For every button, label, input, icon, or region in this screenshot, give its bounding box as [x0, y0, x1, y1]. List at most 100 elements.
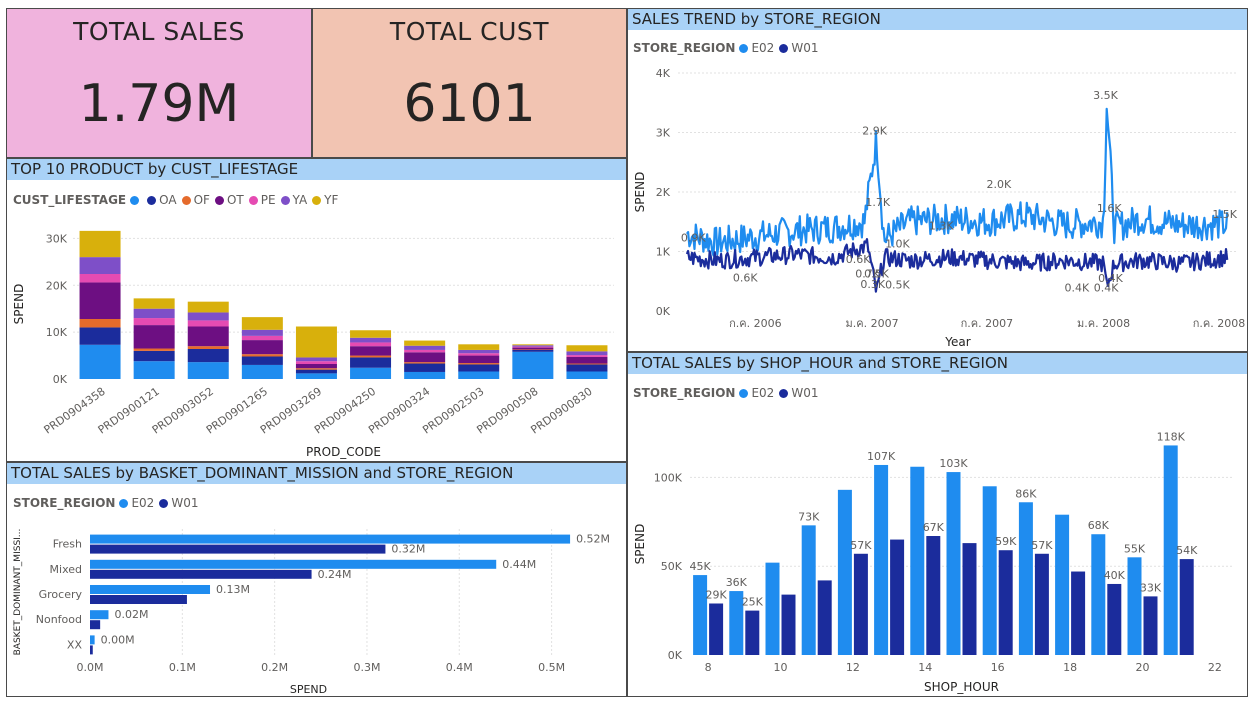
mission-bar-E02 — [90, 559, 497, 569]
hour-bar-W01 — [998, 550, 1013, 655]
top10-bar-segment — [350, 367, 392, 379]
hour-bar-W01 — [817, 580, 832, 655]
top10-bar-segment — [133, 348, 175, 351]
top10-bar-segment — [350, 355, 392, 358]
top10-bar-segment — [566, 351, 608, 356]
top10-bar-segment — [458, 344, 500, 350]
kpi-total-cust-value: 6101 — [403, 74, 536, 134]
top10-bar-segment — [350, 337, 392, 343]
kpi-total-sales-card[interactable]: TOTAL SALES 1.79M — [6, 8, 312, 158]
top10-bar-segment — [241, 317, 283, 330]
mission-ytick-label: Grocery — [39, 588, 83, 601]
top10-bar-segment — [241, 329, 283, 336]
hour-data-label: 103K — [939, 457, 968, 470]
trend-panel[interactable]: SALES TREND by STORE_REGION STORE_REGION… — [627, 8, 1248, 352]
top10-bar-segment — [512, 351, 554, 379]
mission-bar-W01 — [90, 645, 93, 655]
top10-bar-segment — [133, 350, 175, 362]
hour-ytick-label: 50K — [661, 560, 683, 573]
hour-data-label: 55K — [1124, 542, 1146, 555]
mission-panel[interactable]: TOTAL SALES by BASKET_DOMINANT_MISSION a… — [6, 462, 627, 697]
top10-bar-segment — [566, 371, 608, 379]
top10-bar-segment — [295, 368, 337, 370]
hour-data-label: 67K — [923, 521, 945, 534]
hour-ytick-label: 100K — [654, 471, 683, 484]
top10-bar-segment — [241, 354, 283, 357]
hour-bar-E02 — [874, 464, 889, 655]
hour-x-axis-title: SHOP_HOUR — [924, 680, 999, 694]
hour-bar-E02 — [910, 466, 925, 655]
top10-bar-segment — [79, 257, 121, 274]
top10-bar-segment — [79, 327, 121, 345]
hour-xtick-label: 10 — [774, 661, 788, 674]
mission-ytick-label: Fresh — [53, 538, 82, 551]
hour-bar-W01 — [1034, 553, 1049, 655]
top10-bar-segment — [241, 356, 283, 365]
kpi-total-sales-label: TOTAL SALES — [73, 17, 245, 46]
trend-xtick-label: ก.ค. 2007 — [961, 317, 1014, 330]
trend-data-label: 2.9K — [862, 124, 887, 137]
trend-data-label: 2.0K — [987, 178, 1012, 191]
hour-bar-W01 — [926, 536, 941, 655]
trend-xtick-label: ม.ค. 2008 — [1077, 317, 1130, 330]
top10-bar-segment — [241, 364, 283, 379]
mission-bar-W01 — [90, 620, 101, 630]
hour-chart-svg: 0K 50K 100K 8 10 12 14 16 18 20 22 SHOP_HOUR SPEND 45… — [633, 430, 1233, 694]
top10-bar-segment — [133, 318, 175, 326]
top10-bar-segment — [133, 325, 175, 349]
top10-bar-segment — [404, 352, 446, 363]
top10-bar-segment — [404, 363, 446, 372]
hour-xtick-label: 22 — [1208, 661, 1222, 674]
top10-bar-segment — [404, 349, 446, 353]
trend-data-label: 1.7K — [865, 196, 890, 209]
top10-bar-segment — [458, 353, 500, 356]
trend-data-label: 0.3K — [860, 278, 885, 291]
top10-bar-segment — [79, 319, 121, 328]
hour-xtick-label: 20 — [1136, 661, 1150, 674]
top10-bar-segment — [350, 330, 392, 338]
top10-bar-segment — [295, 326, 337, 358]
hour-bar-E02 — [837, 489, 852, 655]
top10-bar-segment — [404, 340, 446, 346]
top10-bar-segment — [566, 364, 608, 372]
top10-ytick-label: 30K — [46, 232, 68, 245]
trend-data-label: 0.9K — [681, 232, 706, 245]
trend-ytick-label: 1K — [656, 246, 671, 259]
hour-data-label: 40K — [1104, 569, 1126, 582]
hour-bar-W01 — [709, 603, 724, 655]
hour-data-label: 36K — [726, 576, 748, 589]
mission-bar-W01 — [90, 544, 386, 554]
hour-xtick-label: 18 — [1063, 661, 1077, 674]
hour-bar-E02 — [1127, 557, 1142, 655]
top10-bar-segment — [458, 371, 500, 379]
hour-bar-W01 — [853, 553, 868, 655]
mission-ytick-label: Mixed — [50, 563, 82, 576]
top10-bar-segment — [187, 349, 229, 363]
top10-bar-segment — [512, 347, 554, 350]
mission-data-label: 0.00M — [101, 633, 135, 646]
top10-bar-segment — [79, 344, 121, 379]
mission-bar-E02 — [90, 635, 95, 645]
mission-x-axis-title: SPEND — [290, 683, 327, 696]
hour-bar-E02 — [801, 525, 816, 655]
top10-product-panel[interactable]: TOP 10 PRODUCT by CUST_LIFESTAGE CUST_LI… — [6, 158, 627, 462]
top10-bar-segment — [404, 371, 446, 379]
kpi-total-cust-card[interactable]: TOTAL CUST 6101 — [312, 8, 627, 158]
hour-panel[interactable]: TOTAL SALES by SHOP_HOUR and STORE_REGIO… — [627, 352, 1248, 697]
mission-bar-W01 — [90, 595, 187, 604]
top10-ytick-label: 20K — [46, 279, 68, 292]
hour-bar-E02 — [982, 486, 997, 655]
hour-data-label: 57K — [850, 539, 872, 552]
hour-bar-E02 — [946, 472, 961, 655]
kpi-total-sales-value: 1.79M — [78, 74, 240, 134]
trend-data-label: 0.6K — [846, 253, 871, 266]
top10-bar-segment — [295, 369, 337, 374]
top10-bar-segment — [133, 298, 175, 309]
top10-bar-segment — [512, 345, 554, 347]
mission-data-label: 0.32M — [391, 543, 425, 556]
hour-xtick-label: 16 — [991, 661, 1005, 674]
hour-data-label: 33K — [1140, 581, 1162, 594]
top10-bar-segment — [512, 349, 554, 352]
hour-bar-E02 — [693, 575, 708, 655]
trend-ytick-label: 2K — [656, 186, 671, 199]
